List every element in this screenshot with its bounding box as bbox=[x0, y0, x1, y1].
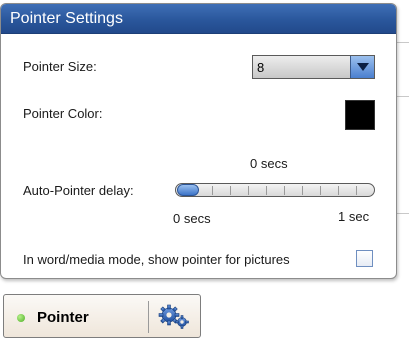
show-pointer-pictures-label: In word/media mode, show pointer for pic… bbox=[23, 252, 290, 267]
slider-tick bbox=[230, 186, 231, 195]
slider-tick bbox=[248, 186, 249, 195]
slider-tick bbox=[212, 186, 213, 195]
slider-thumb[interactable] bbox=[177, 184, 199, 196]
slider-tick bbox=[266, 186, 267, 195]
pointer-button[interactable]: Pointer bbox=[3, 294, 201, 338]
background-line bbox=[397, 96, 409, 97]
panel-title: Pointer Settings bbox=[1, 4, 396, 34]
slider-tick bbox=[302, 186, 303, 195]
gears-icon[interactable] bbox=[157, 304, 191, 330]
slider-tick bbox=[284, 186, 285, 195]
auto-pointer-delay-label: Auto-Pointer delay: bbox=[23, 183, 134, 198]
pointer-size-value: 8 bbox=[257, 60, 265, 75]
divider bbox=[148, 301, 149, 333]
show-pointer-pictures-checkbox[interactable] bbox=[356, 250, 373, 267]
status-dot-icon bbox=[17, 314, 25, 322]
background-line bbox=[397, 213, 409, 214]
slider-tick bbox=[320, 186, 321, 195]
pointer-button-label: Pointer bbox=[37, 309, 89, 326]
auto-pointer-delay-slider[interactable] bbox=[175, 183, 375, 197]
pointer-size-label: Pointer Size: bbox=[23, 59, 97, 74]
pointer-color-label: Pointer Color: bbox=[23, 106, 103, 121]
background-line bbox=[397, 42, 409, 43]
pointer-settings-panel: Pointer Settings Pointer Size: 8 Pointer… bbox=[0, 3, 397, 279]
pointer-size-dropdown[interactable]: 8 bbox=[252, 55, 375, 79]
slider-min-label: 0 secs bbox=[173, 211, 211, 226]
slider-tick bbox=[338, 186, 339, 195]
pointer-color-swatch[interactable] bbox=[345, 100, 375, 130]
dropdown-arrow-icon[interactable] bbox=[350, 56, 374, 78]
slider-max-label: 1 sec bbox=[338, 209, 370, 224]
delay-current-value: 0 secs bbox=[250, 156, 288, 171]
slider-tick bbox=[356, 186, 357, 195]
